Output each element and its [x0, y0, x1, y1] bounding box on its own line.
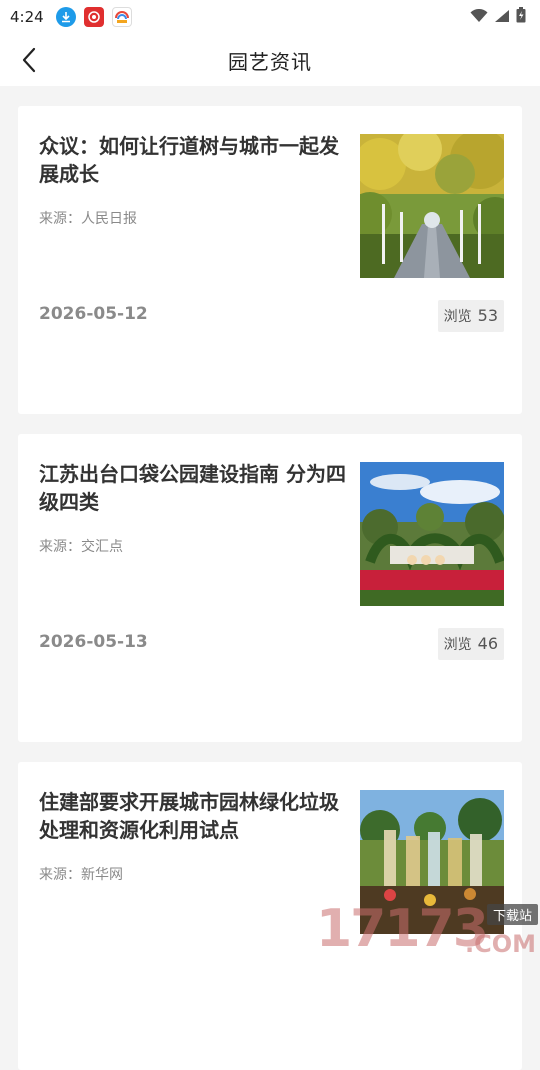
view-count-badge: 浏览 46 — [437, 628, 504, 660]
news-card[interactable]: 江苏出台口袋公园建设指南 分为四级四类 来源：交汇点 2026-05-13 浏览… — [18, 434, 522, 742]
page-title: 园艺资讯 — [228, 49, 312, 74]
status-bar: 4:24 — [0, 0, 540, 34]
app-header: 园艺资讯 — [0, 34, 540, 86]
news-source: 来源：交汇点 — [39, 539, 123, 555]
news-card[interactable]: 众议：如何让行道树与城市一起发展成长 来源：人民日报 2026-05-12 浏览… — [18, 106, 522, 414]
news-source: 来源：新华网 — [39, 867, 123, 883]
view-label: 浏览 — [443, 309, 472, 325]
watermark-text: 17173 — [316, 899, 489, 959]
news-title: 众议：如何让行道树与城市一起发展成长 — [39, 134, 339, 186]
status-right — [470, 7, 526, 27]
news-date: 2026-05-12 — [39, 304, 148, 324]
news-source: 来源：人民日报 — [39, 211, 137, 227]
signal-icon — [494, 8, 510, 27]
status-left: 4:24 — [10, 7, 132, 27]
download-icon — [55, 7, 76, 27]
app-icon-multicolor — [111, 7, 132, 27]
view-label: 浏览 — [443, 637, 472, 653]
watermark-tag: 下载站 — [486, 904, 538, 925]
app-icon-red — [83, 7, 104, 27]
watermark-logo: 17173 下载站 .COM — [316, 898, 540, 960]
news-title: 住建部要求开展城市园林绿化垃圾处理和资源化利用试点 — [39, 790, 339, 842]
watermark-suffix: .COM — [464, 930, 536, 958]
news-date: 2026-05-13 — [39, 632, 148, 652]
chevron-left-icon — [22, 47, 36, 73]
tree-lined-road-image — [360, 134, 504, 278]
view-count: 46 — [477, 634, 498, 653]
wifi-icon — [470, 8, 488, 27]
news-title: 江苏出台口袋公园建设指南 分为四级四类 — [39, 462, 346, 514]
park-topiary-image — [360, 462, 504, 606]
back-button[interactable] — [14, 44, 44, 76]
view-count-badge: 浏览 53 — [437, 300, 504, 332]
status-time: 4:24 — [10, 8, 44, 26]
battery-icon — [516, 7, 526, 27]
view-count: 53 — [477, 306, 498, 325]
